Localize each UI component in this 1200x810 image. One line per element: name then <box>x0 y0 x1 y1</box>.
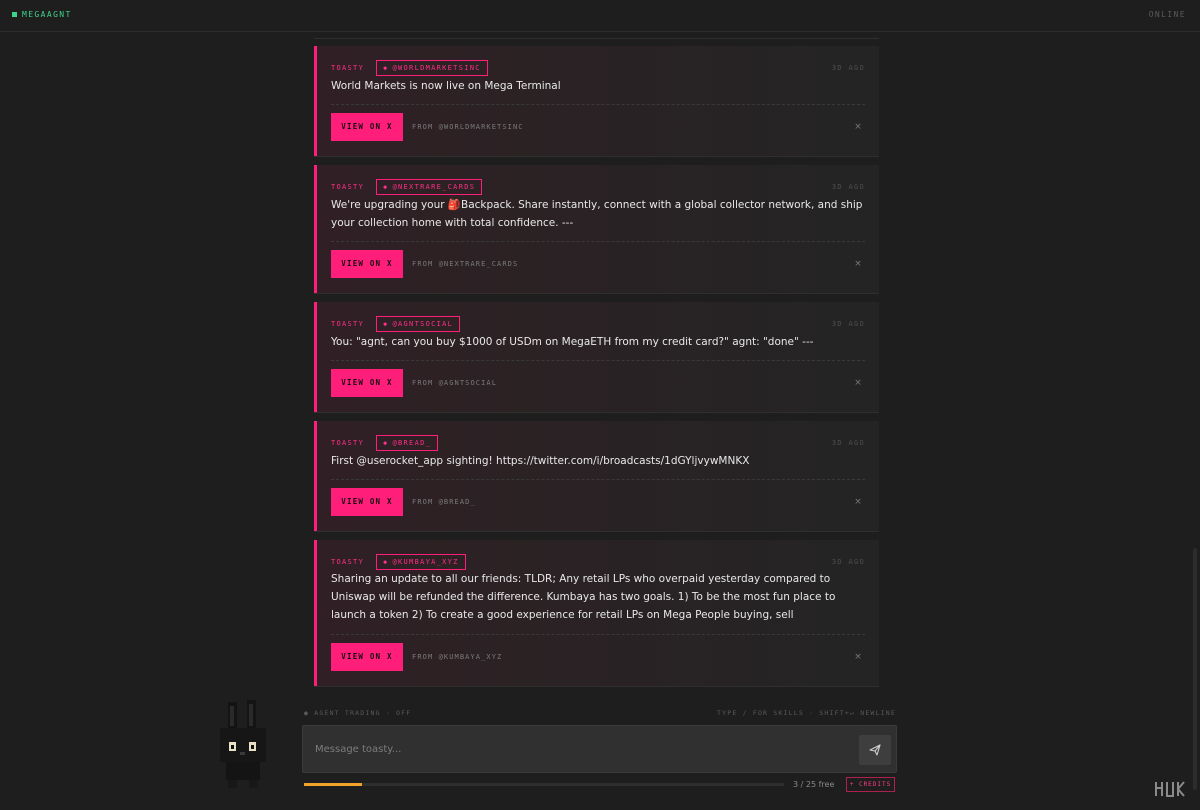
quota-text: 3 / 25 free <box>793 780 835 789</box>
card-time: 3D AGO <box>831 183 865 191</box>
handle-badge[interactable]: ◆ @WORLDMARKETSINC <box>376 60 488 76</box>
dismiss-icon[interactable]: × <box>851 376 865 390</box>
view-on-x-button[interactable]: VIEW ON X <box>331 488 403 516</box>
diamond-icon: ◆ <box>383 558 389 566</box>
send-button[interactable] <box>859 735 891 765</box>
card-header: TOASTY ◆ @BREAD_ 3D AGO <box>331 435 865 451</box>
diamond-icon: ◆ <box>383 183 389 191</box>
feed-top-divider <box>314 38 879 39</box>
diamond-icon: ◆ <box>383 439 389 447</box>
handle-text: @AGNTSOCIAL <box>392 320 454 328</box>
notification-card: TOASTY ◆ @WORLDMARKETSINC 3D AGO World Ma… <box>314 46 879 156</box>
bunny-mascot-icon <box>220 700 266 788</box>
send-icon <box>869 744 881 756</box>
card-source: FROM @KUMBAYA_XYZ <box>412 653 503 661</box>
card-divider <box>331 360 865 361</box>
card-author: TOASTY <box>331 439 365 447</box>
feed-scrollbar[interactable] <box>1193 548 1197 790</box>
handle-text: @KUMBAYA_XYZ <box>392 558 459 566</box>
card-header: TOASTY ◆ @NEXTRARE_CARDS 3D AGO <box>331 179 865 195</box>
notification-card: TOASTY ◆ @AGNTSOCIAL 3D AGO You: "agnt, c… <box>314 302 879 412</box>
card-actions: VIEW ON X FROM @AGNTSOCIAL × <box>331 369 865 397</box>
handle-text: @NEXTRARE_CARDS <box>392 183 476 191</box>
card-separator <box>314 686 879 687</box>
dismiss-icon[interactable]: × <box>851 257 865 271</box>
card-actions: VIEW ON X FROM @BREAD_ × <box>331 488 865 516</box>
brand-mark-icon <box>1155 781 1185 797</box>
notification-card: TOASTY ◆ @KUMBAYA_XYZ 3D AGO Sharing an u… <box>314 540 879 686</box>
status-dot-icon <box>12 12 17 17</box>
notification-card: TOASTY ◆ @BREAD_ 3D AGO First @userocket_… <box>314 421 879 531</box>
card-header: TOASTY ◆ @WORLDMARKETSINC 3D AGO <box>331 60 865 76</box>
card-author: TOASTY <box>331 64 365 72</box>
card-time: 3D AGO <box>831 64 865 72</box>
message-composer <box>302 725 897 773</box>
card-actions: VIEW ON X FROM @KUMBAYA_XYZ × <box>331 643 865 671</box>
card-text: First @userocket_app sighting! https://t… <box>331 455 750 467</box>
card-author: TOASTY <box>331 558 365 566</box>
quota-progress-bar <box>304 783 784 786</box>
card-separator <box>314 531 879 532</box>
add-credits-button[interactable]: + CREDITS <box>846 777 895 792</box>
card-separator <box>314 293 879 294</box>
agent-trading-status[interactable]: ● AGENT TRADING · OFF <box>304 709 411 717</box>
card-author: TOASTY <box>331 183 365 191</box>
card-time: 3D AGO <box>831 320 865 328</box>
card-header: TOASTY ◆ @KUMBAYA_XYZ 3D AGO <box>331 554 865 570</box>
handle-badge[interactable]: ◆ @KUMBAYA_XYZ <box>376 554 466 570</box>
view-on-x-button[interactable]: VIEW ON X <box>331 250 403 278</box>
message-input[interactable] <box>315 740 845 758</box>
card-text: You: "agnt, can you buy $1000 of USDm on… <box>331 336 814 348</box>
dismiss-icon[interactable]: × <box>851 650 865 664</box>
card-author: TOASTY <box>331 320 365 328</box>
composer-hints: TYPE / FOR SKILLS · SHIFT+↵ NEWLINE <box>717 709 896 717</box>
card-source: FROM @NEXTRARE_CARDS <box>412 260 519 268</box>
connection-status: ONLINE <box>1148 10 1186 19</box>
composer-meta: ● AGENT TRADING · OFF TYPE / FOR SKILLS … <box>304 709 896 719</box>
card-text: We're upgrading your 🎒Backpack. Share in… <box>331 199 863 229</box>
card-time: 3D AGO <box>831 439 865 447</box>
view-on-x-button[interactable]: VIEW ON X <box>331 643 403 671</box>
top-bar: MEGAAGNT ONLINE <box>0 0 1200 32</box>
card-source: FROM @BREAD_ <box>412 498 476 506</box>
card-text: Sharing an update to all our friends: TL… <box>331 573 836 621</box>
card-actions: VIEW ON X FROM @WORLDMARKETSINC × <box>331 113 865 141</box>
view-on-x-button[interactable]: VIEW ON X <box>331 113 403 141</box>
dismiss-icon[interactable]: × <box>851 495 865 509</box>
app-brand: MEGAAGNT <box>12 10 72 19</box>
corner-logo <box>1153 778 1187 804</box>
handle-text: @WORLDMARKETSINC <box>392 64 481 72</box>
card-divider <box>331 104 865 105</box>
diamond-icon: ◆ <box>383 320 389 328</box>
quota-progress-fill <box>304 783 362 786</box>
handle-badge[interactable]: ◆ @BREAD_ <box>376 435 439 451</box>
card-separator <box>314 156 879 157</box>
card-divider <box>331 479 865 480</box>
card-separator <box>314 412 879 413</box>
card-header: TOASTY ◆ @AGNTSOCIAL 3D AGO <box>331 316 865 332</box>
card-source: FROM @WORLDMARKETSINC <box>412 123 524 131</box>
notification-card: TOASTY ◆ @NEXTRARE_CARDS 3D AGO We're upg… <box>314 165 879 293</box>
card-divider <box>331 634 865 635</box>
dismiss-icon[interactable]: × <box>851 120 865 134</box>
diamond-icon: ◆ <box>383 64 389 72</box>
handle-badge[interactable]: ◆ @AGNTSOCIAL <box>376 316 461 332</box>
handle-badge[interactable]: ◆ @NEXTRARE_CARDS <box>376 179 483 195</box>
card-source: FROM @AGNTSOCIAL <box>412 379 498 387</box>
app-name: MEGAAGNT <box>22 10 72 19</box>
card-actions: VIEW ON X FROM @NEXTRARE_CARDS × <box>331 250 865 278</box>
view-on-x-button[interactable]: VIEW ON X <box>331 369 403 397</box>
mascot-avatar <box>214 700 274 796</box>
card-divider <box>331 241 865 242</box>
card-text: World Markets is now live on Mega Termin… <box>331 80 561 92</box>
handle-text: @BREAD_ <box>392 439 432 447</box>
card-time: 3D AGO <box>831 558 865 566</box>
